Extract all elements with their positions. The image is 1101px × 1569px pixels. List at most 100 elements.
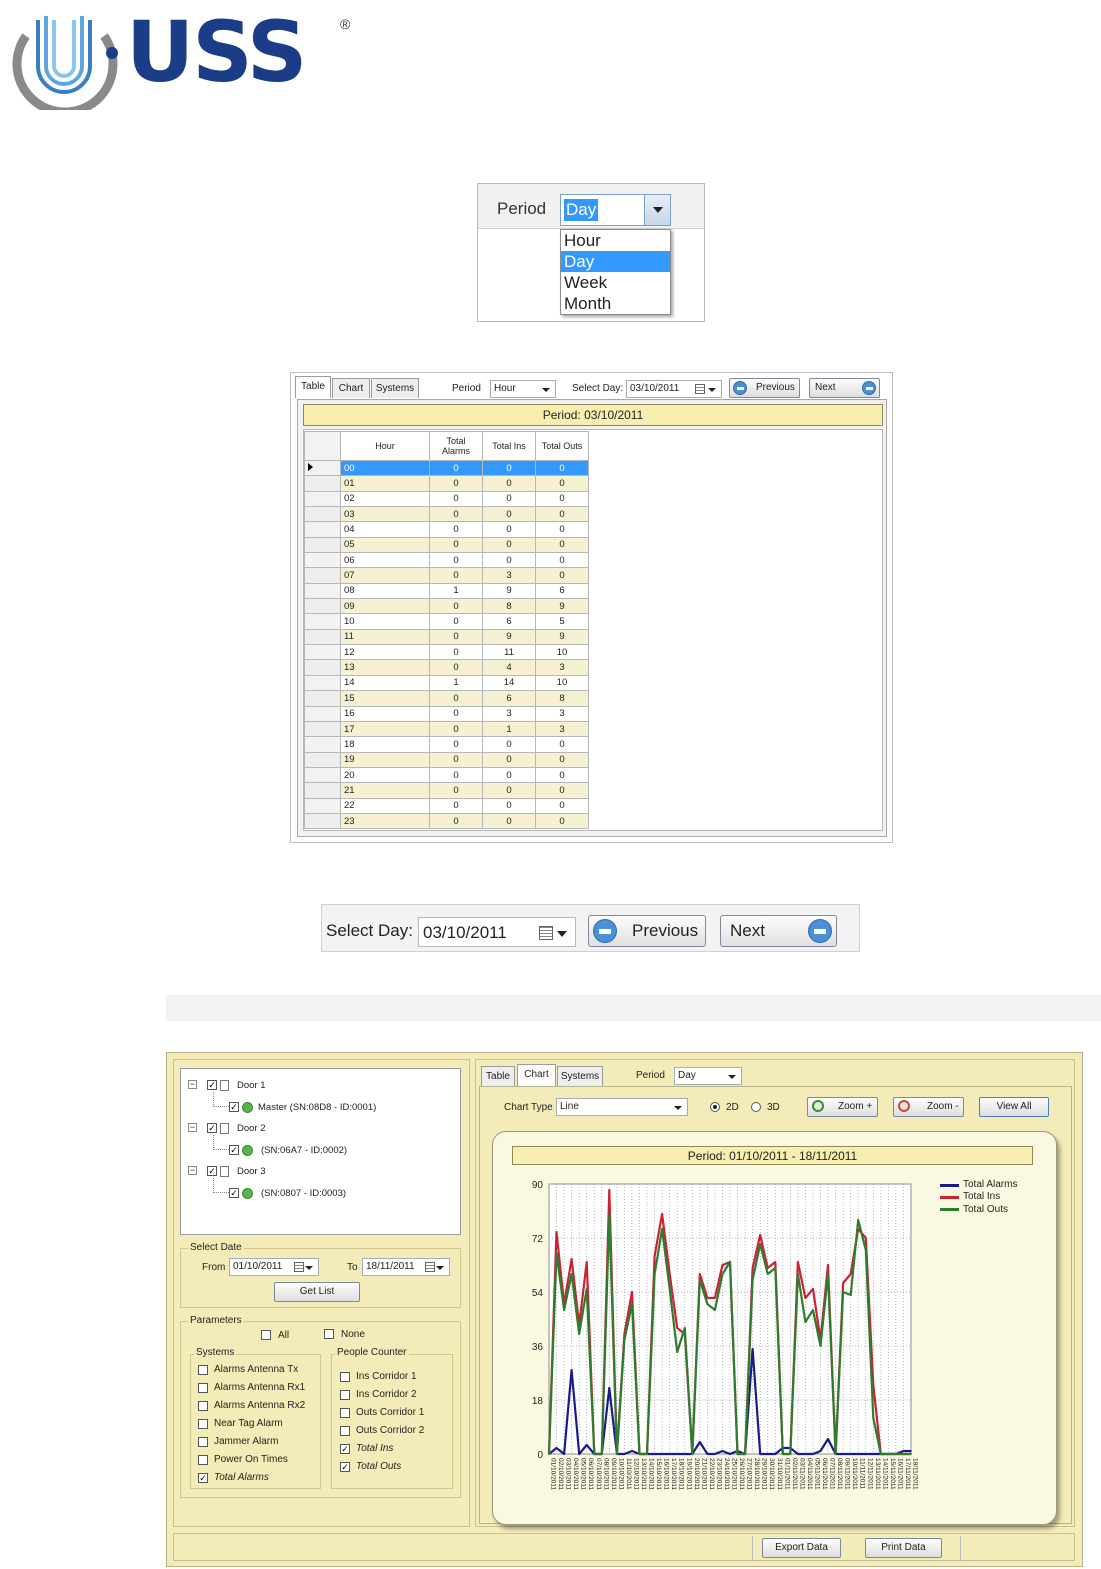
cell-total-outs[interactable]: 3	[535, 705, 589, 722]
cell-hour[interactable]: 01	[340, 475, 430, 492]
cell-total-ins[interactable]: 9	[482, 582, 536, 600]
cell-hour[interactable]: 19	[340, 751, 430, 768]
row-header[interactable]	[304, 490, 341, 508]
view-all-button[interactable]: View All	[979, 1097, 1049, 1117]
cell-hour[interactable]: 08	[340, 582, 430, 600]
table-row[interactable]: 20 0 0 0	[304, 766, 589, 784]
systems-option-checkbox[interactable]	[198, 1419, 208, 1429]
cell-total-alarms[interactable]: 0	[429, 521, 483, 538]
cell-hour[interactable]: 23	[340, 812, 430, 830]
row-header[interactable]	[304, 475, 341, 492]
cell-hour[interactable]: 13	[340, 659, 430, 676]
row-header[interactable]	[304, 690, 341, 707]
cell-total-ins[interactable]: 0	[482, 736, 536, 753]
row-header[interactable]	[304, 506, 341, 523]
table-row[interactable]: 15 0 6 8	[304, 690, 589, 707]
cell-total-alarms[interactable]: 0	[429, 490, 483, 508]
cell-total-alarms[interactable]: 0	[429, 720, 483, 738]
tab-systems[interactable]: Systems	[371, 378, 419, 398]
cell-total-alarms[interactable]: 0	[429, 705, 483, 722]
next-button[interactable]: Next	[720, 915, 837, 947]
row-header[interactable]	[304, 598, 341, 615]
row-header[interactable]	[304, 628, 341, 646]
cell-hour[interactable]: 03	[340, 506, 430, 523]
row-header[interactable]	[304, 766, 341, 784]
table-row[interactable]: 13 0 4 3	[304, 659, 589, 676]
table-row[interactable]: 07 0 3 0	[304, 567, 589, 584]
cell-total-alarms[interactable]: 0	[429, 812, 483, 830]
cell-hour[interactable]: 21	[340, 782, 430, 799]
table-row[interactable]: 02 0 0 0	[304, 490, 589, 508]
collapse-toggle[interactable]: −	[188, 1080, 197, 1089]
device-1-checkbox[interactable]: ✓	[229, 1102, 239, 1112]
cell-hour[interactable]: 07	[340, 567, 430, 584]
cell-total-alarms[interactable]: 1	[429, 582, 483, 600]
table-row[interactable]: 05 0 0 0	[304, 536, 589, 554]
cell-total-outs[interactable]: 0	[535, 490, 589, 508]
cell-total-alarms[interactable]: 0	[429, 659, 483, 676]
column-header-total-outs[interactable]: Total Outs	[535, 431, 589, 461]
cell-hour[interactable]: 04	[340, 521, 430, 538]
door-1-label[interactable]: Door 1	[237, 1080, 266, 1091]
row-header[interactable]	[304, 720, 341, 738]
table-row[interactable]: 17 0 1 3	[304, 720, 589, 738]
to-date-field[interactable]: 18/11/2011	[362, 1258, 450, 1276]
cell-total-alarms[interactable]: 0	[429, 506, 483, 523]
row-header[interactable]	[304, 567, 341, 584]
cell-hour[interactable]: 10	[340, 613, 430, 630]
radio-3d[interactable]	[751, 1102, 761, 1112]
select-day-field[interactable]: 03/10/2011	[418, 917, 576, 947]
from-date-field[interactable]: 01/10/2011	[229, 1258, 319, 1276]
chart-type-combo[interactable]: Line	[556, 1098, 688, 1116]
table-row[interactable]: 09 0 8 9	[304, 598, 589, 615]
cell-total-alarms[interactable]: 0	[429, 628, 483, 646]
cell-total-alarms[interactable]: 1	[429, 674, 483, 692]
radio-2d[interactable]	[710, 1102, 720, 1112]
table-row[interactable]: 11 0 9 9	[304, 628, 589, 646]
cell-total-ins[interactable]: 11	[482, 644, 536, 661]
table-row[interactable]: 23 0 0 0	[304, 812, 589, 830]
cell-total-outs[interactable]: 0	[535, 782, 589, 799]
cell-total-outs[interactable]: 0	[535, 475, 589, 492]
cell-total-outs[interactable]: 9	[535, 598, 589, 615]
calendar-icon[interactable]	[695, 384, 705, 394]
cell-hour[interactable]: 05	[340, 536, 430, 554]
zoom-in-button[interactable]: Zoom +	[807, 1097, 878, 1117]
cell-total-outs[interactable]: 8	[535, 690, 589, 707]
row-header[interactable]	[304, 705, 341, 722]
systems-option-checkbox[interactable]	[198, 1365, 208, 1375]
period-combo[interactable]: Day	[674, 1067, 742, 1085]
cell-total-alarms[interactable]: 0	[429, 475, 483, 492]
cell-total-outs[interactable]: 5	[535, 613, 589, 630]
cell-total-outs[interactable]: 0	[535, 797, 589, 814]
table-row[interactable]: 03 0 0 0	[304, 506, 589, 523]
cell-total-outs[interactable]: 0	[535, 521, 589, 538]
door-3-label[interactable]: Door 3	[237, 1166, 266, 1177]
cell-hour[interactable]: 09	[340, 598, 430, 615]
get-list-button[interactable]: Get List	[274, 1282, 360, 1302]
cell-total-alarms[interactable]: 0	[429, 613, 483, 630]
period-option-day[interactable]: Day	[561, 251, 670, 272]
cell-total-outs[interactable]: 6	[535, 582, 589, 600]
table-row[interactable]: 12 0 11 10	[304, 644, 589, 661]
cell-total-outs[interactable]: 9	[535, 628, 589, 646]
cell-total-alarms[interactable]: 0	[429, 751, 483, 768]
cell-total-ins[interactable]: 0	[482, 751, 536, 768]
row-header[interactable]	[304, 674, 341, 692]
previous-button[interactable]: Previous	[588, 915, 706, 947]
cell-total-alarms[interactable]: 0	[429, 766, 483, 784]
row-header[interactable]	[304, 613, 341, 630]
tab-chart[interactable]: Chart	[517, 1064, 556, 1086]
calendar-icon[interactable]	[294, 1262, 304, 1272]
row-header[interactable]	[304, 751, 341, 768]
table-row[interactable]: 00 0 0 0	[304, 459, 589, 477]
door-2-checkbox[interactable]: ✓	[207, 1123, 217, 1133]
cell-total-ins[interactable]: 0	[482, 812, 536, 830]
all-checkbox[interactable]	[261, 1330, 271, 1340]
export-data-button[interactable]: Export Data	[762, 1538, 841, 1558]
device-2-label[interactable]: (SN:06A7 - ID:0002)	[261, 1145, 347, 1156]
table-row[interactable]: 10 0 6 5	[304, 613, 589, 630]
cell-total-ins[interactable]: 3	[482, 567, 536, 584]
cell-total-ins[interactable]: 0	[482, 459, 536, 477]
tab-table[interactable]: Table	[481, 1066, 515, 1086]
